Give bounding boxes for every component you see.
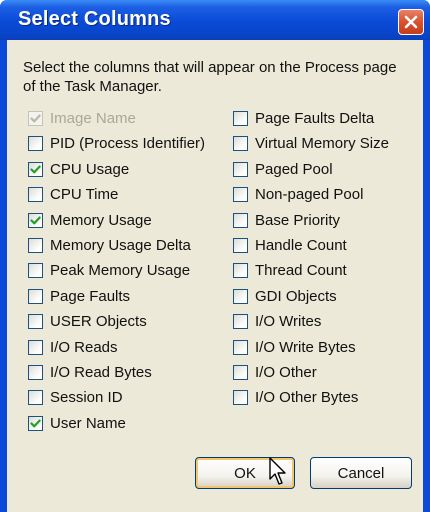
checkbox-cpu-usage[interactable]: CPU Usage [28, 159, 129, 179]
checkbox-pid-process-identifier[interactable]: PID (Process Identifier) [28, 133, 205, 153]
checkbox-user-name[interactable]: User Name [28, 413, 126, 433]
checkbox-i-o-writes[interactable]: I/O Writes [233, 311, 321, 331]
checkbox-box[interactable] [28, 262, 43, 278]
checkbox-non-paged-pool[interactable]: Non-paged Pool [233, 184, 363, 204]
checkbox-cpu-time[interactable]: CPU Time [28, 184, 118, 204]
checkbox-label: Non-paged Pool [255, 185, 364, 203]
checkbox-box[interactable] [28, 212, 43, 228]
checkbox-paged-pool[interactable]: Paged Pool [233, 159, 333, 179]
checkbox-i-o-write-bytes[interactable]: I/O Write Bytes [233, 337, 356, 357]
title-bar[interactable]: Select Columns [0, 0, 430, 40]
close-icon [404, 15, 418, 29]
checkbox-virtual-memory-size[interactable]: Virtual Memory Size [233, 133, 389, 153]
checkbox-label: Virtual Memory Size [255, 134, 389, 152]
checkbox-box[interactable] [28, 313, 43, 329]
checkbox-label: Session ID [50, 388, 123, 406]
checkbox-i-o-read-bytes[interactable]: I/O Read Bytes [28, 362, 152, 382]
checkbox-label: Handle Count [255, 236, 347, 254]
checkbox-box[interactable] [233, 339, 248, 355]
checkbox-label: I/O Other [255, 363, 317, 381]
checkbox-box[interactable] [233, 135, 248, 151]
checkmark-icon [30, 165, 41, 173]
checkbox-box[interactable] [28, 389, 43, 405]
checkbox-i-o-other[interactable]: I/O Other [233, 362, 317, 382]
checkbox-box[interactable] [28, 415, 43, 431]
checkbox-box[interactable] [233, 262, 248, 278]
checkbox-memory-usage-delta[interactable]: Memory Usage Delta [28, 235, 191, 255]
checkbox-box[interactable] [28, 237, 43, 253]
checkbox-label: CPU Usage [50, 160, 130, 178]
checkbox-box[interactable] [233, 364, 248, 380]
checkbox-label: Memory Usage Delta [50, 236, 191, 254]
dialog-title: Select Columns [18, 8, 171, 30]
checkbox-label: User Name [50, 414, 126, 432]
checkmark-icon [30, 114, 41, 122]
checkbox-label: Paged Pool [255, 160, 333, 178]
checkbox-thread-count[interactable]: Thread Count [233, 260, 347, 280]
checkbox-box[interactable] [233, 186, 248, 202]
checkbox-i-o-other-bytes[interactable]: I/O Other Bytes [233, 387, 358, 407]
checkbox-label: GDI Objects [255, 287, 337, 305]
checkbox-label: Peak Memory Usage [50, 261, 191, 279]
checkbox-box[interactable] [233, 237, 248, 253]
checkbox-label: Thread Count [255, 261, 347, 279]
checkbox-label: Page Faults [50, 287, 131, 305]
checkbox-box[interactable] [233, 288, 248, 304]
checkbox-i-o-reads[interactable]: I/O Reads [28, 337, 118, 357]
checkbox-box[interactable] [233, 212, 248, 228]
checkbox-image-name: Image Name [28, 108, 136, 128]
checkbox-base-priority[interactable]: Base Priority [233, 210, 340, 230]
checkbox-box[interactable] [233, 313, 248, 329]
checkbox-label: PID (Process Identifier) [50, 134, 206, 152]
checkbox-box[interactable] [233, 389, 248, 405]
checkbox-label: I/O Writes [255, 312, 322, 330]
checkbox-gdi-objects[interactable]: GDI Objects [233, 286, 337, 306]
mouse-pointer-icon [269, 457, 286, 485]
checkbox-box[interactable] [233, 161, 248, 177]
checkbox-box[interactable] [28, 339, 43, 355]
checkbox-session-id[interactable]: Session ID [28, 387, 123, 407]
checkbox-box[interactable] [28, 186, 43, 202]
checkbox-box[interactable] [233, 110, 248, 126]
checkbox-label: CPU Time [50, 185, 119, 203]
checkbox-memory-usage[interactable]: Memory Usage [28, 210, 152, 230]
checkbox-label: I/O Read Bytes [50, 363, 152, 381]
checkbox-page-faults-delta[interactable]: Page Faults Delta [233, 108, 374, 128]
checkbox-peak-memory-usage[interactable]: Peak Memory Usage [28, 260, 190, 280]
checkmark-icon [30, 216, 41, 224]
checkbox-label: Image Name [50, 109, 136, 127]
checkmark-icon [30, 419, 41, 427]
checkbox-label: USER Objects [50, 312, 147, 330]
checkbox-box[interactable] [28, 161, 43, 177]
checkbox-box[interactable] [28, 135, 43, 151]
checkbox-box [28, 110, 43, 126]
cancel-button[interactable]: Cancel [310, 457, 412, 489]
checkbox-box[interactable] [28, 288, 43, 304]
checkbox-handle-count[interactable]: Handle Count [233, 235, 347, 255]
checkbox-label: I/O Other Bytes [255, 388, 359, 406]
checkbox-box[interactable] [28, 364, 43, 380]
checkbox-page-faults[interactable]: Page Faults [28, 286, 130, 306]
checkbox-label: Base Priority [255, 211, 341, 229]
checkbox-label: Memory Usage [50, 211, 152, 229]
instructions-text: Select the columns that will appear on t… [23, 59, 397, 95]
checkbox-label: I/O Reads [50, 338, 118, 356]
checkbox-label: I/O Write Bytes [255, 338, 356, 356]
checkbox-user-objects[interactable]: USER Objects [28, 311, 147, 331]
checkbox-label: Page Faults Delta [255, 109, 375, 127]
close-button[interactable] [398, 9, 424, 35]
